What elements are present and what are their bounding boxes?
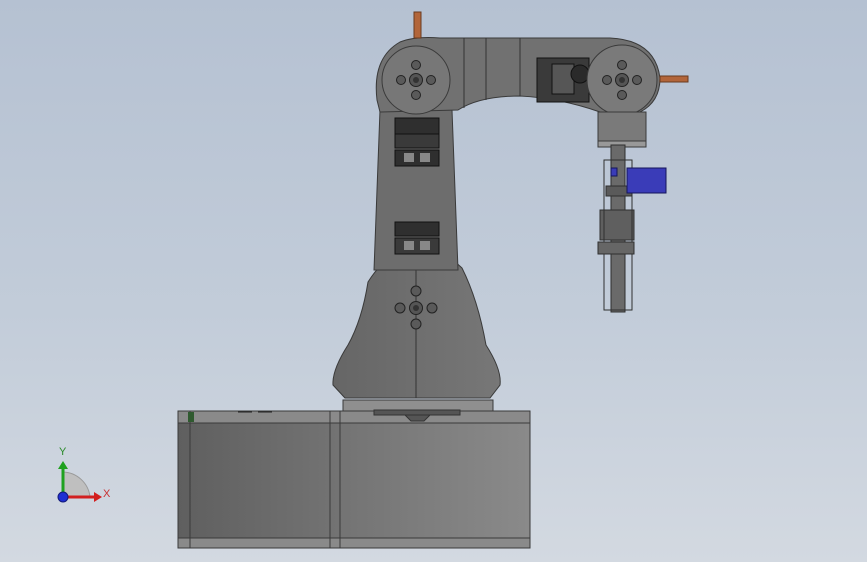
gripper[interactable] [597, 144, 667, 313]
z-axis-dot [57, 491, 69, 503]
x-axis-label: X [103, 488, 111, 500]
base-box[interactable] [177, 410, 531, 549]
top-pin [413, 11, 422, 39]
cad-viewport[interactable]: Y X [0, 0, 867, 562]
y-axis-label: Y [59, 446, 67, 458]
coordinate-triad: Y X [57, 446, 111, 503]
upper-arm[interactable] [373, 109, 459, 271]
robot-arm-model[interactable]: Y X [0, 0, 867, 562]
shoulder-housing[interactable] [332, 249, 501, 399]
side-pin [659, 75, 689, 83]
